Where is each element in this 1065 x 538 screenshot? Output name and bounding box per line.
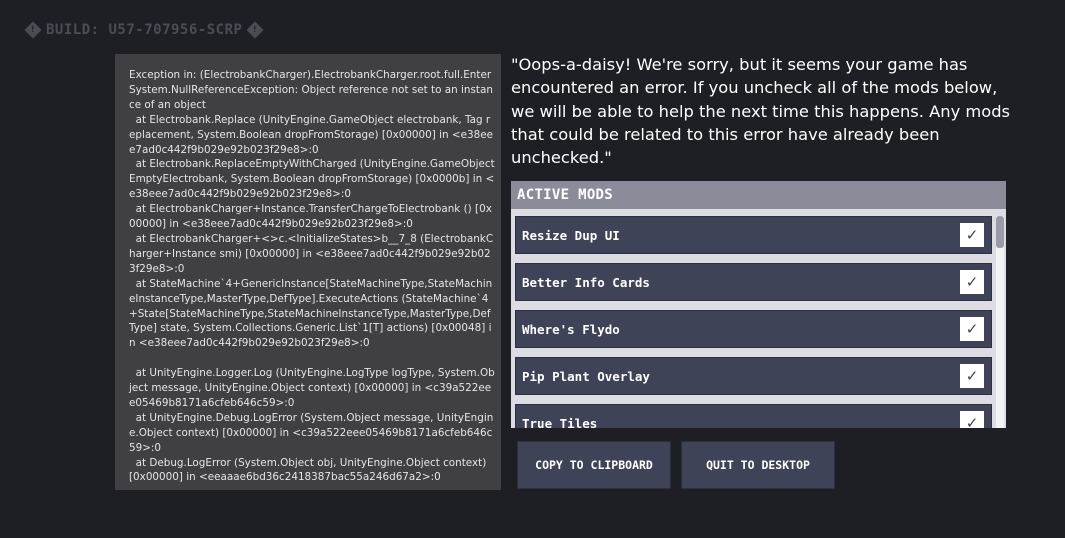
mod-name: Where's Flydo bbox=[522, 321, 620, 337]
mod-name: Pip Plant Overlay bbox=[522, 368, 650, 384]
mod-name: Better Info Cards bbox=[522, 274, 650, 290]
mod-name: Resize Dup UI bbox=[522, 227, 620, 243]
mod-checkbox[interactable]: ✓ bbox=[960, 223, 984, 247]
mod-name: True Tiles bbox=[522, 415, 598, 429]
check-icon: ✓ bbox=[965, 320, 979, 338]
mod-row[interactable]: Better Info Cards ✓ bbox=[515, 263, 992, 301]
scrollbar-thumb[interactable] bbox=[996, 216, 1004, 248]
mods-scrollbar[interactable] bbox=[996, 216, 1004, 428]
active-mods-header: ACTIVE MODS bbox=[511, 181, 1006, 209]
active-mods-panel: ACTIVE MODS Resize Dup UI ✓ Better Info … bbox=[511, 181, 1006, 428]
mod-checkbox[interactable]: ✓ bbox=[960, 317, 984, 341]
check-icon: ✓ bbox=[965, 414, 979, 428]
exclamation-diamond-icon: ! bbox=[24, 21, 42, 39]
mod-row[interactable]: Pip Plant Overlay ✓ bbox=[515, 357, 992, 395]
copy-to-clipboard-button[interactable]: COPY TO CLIPBOARD bbox=[517, 441, 671, 489]
error-message: "Oops-a-daisy! We're sorry, but it seems… bbox=[511, 55, 1011, 168]
build-label: ! BUILD: U57-707956-SCRP ! bbox=[24, 21, 264, 39]
mod-row[interactable]: True Tiles ✓ bbox=[515, 404, 992, 428]
mods-list: Resize Dup UI ✓ Better Info Cards ✓ Wher… bbox=[515, 216, 992, 428]
mod-row[interactable]: Where's Flydo ✓ bbox=[515, 310, 992, 348]
check-icon: ✓ bbox=[965, 273, 979, 291]
mod-checkbox[interactable]: ✓ bbox=[960, 270, 984, 294]
check-icon: ✓ bbox=[965, 367, 979, 385]
exclamation-diamond-icon: ! bbox=[246, 21, 264, 39]
stack-trace-text: Exception in: (ElectrobankCharger).Elect… bbox=[129, 69, 495, 484]
mod-row[interactable]: Resize Dup UI ✓ bbox=[515, 216, 992, 254]
stack-trace-panel[interactable]: Exception in: (ElectrobankCharger).Elect… bbox=[115, 54, 501, 490]
mod-checkbox[interactable]: ✓ bbox=[960, 411, 984, 428]
mod-checkbox[interactable]: ✓ bbox=[960, 364, 984, 388]
check-icon: ✓ bbox=[965, 226, 979, 244]
build-text: BUILD: U57-707956-SCRP bbox=[46, 22, 243, 38]
quit-to-desktop-button[interactable]: QUIT TO DESKTOP bbox=[681, 441, 835, 489]
